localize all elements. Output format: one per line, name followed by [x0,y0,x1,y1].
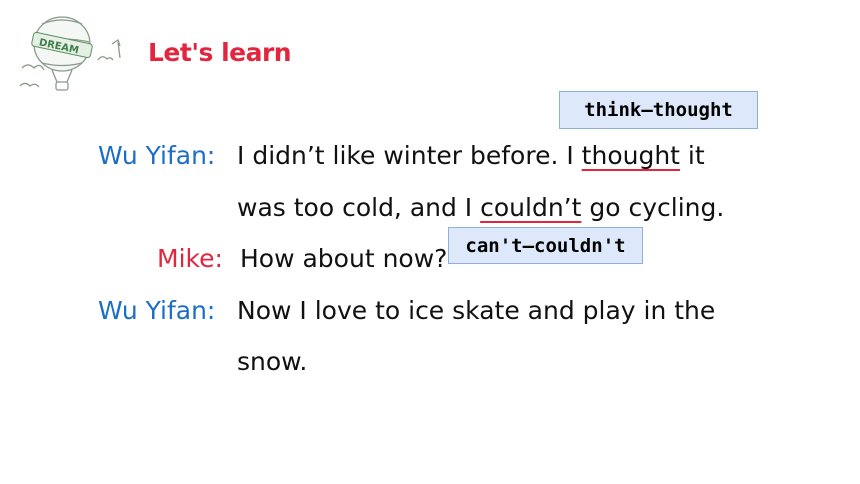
line1-text-pre: I didn’t like winter before. I [237,141,582,170]
speaker-wu-yifan-2: Wu Yifan: [98,296,216,325]
dialogue-line-1: I didn’t like winter before. I thought i… [237,141,705,171]
word-couldnt: couldn’t [480,193,582,222]
dream-balloon-logo: DREAM [19,16,121,91]
line2-text-post: go cycling. [581,193,725,222]
page-title: Let's learn [148,38,292,67]
dialogue-line-5: snow. [237,347,308,376]
dialogue-line-4: Now I love to ice skate and play in the [237,296,716,325]
line1-text-post: it [679,141,705,170]
dialogue-line-3: How about now? [240,244,448,273]
note-couldnt: can't—couldn't [448,227,643,264]
speaker-wu-yifan: Wu Yifan: [98,141,216,170]
word-thought: thought [581,141,680,170]
speaker-mike: Mike: [157,244,223,273]
dialogue-line-2: was too cold, and I couldn’t go cycling. [237,193,724,223]
note-thought: think—thought [559,91,758,129]
line2-text-pre: was too cold, and I [237,193,481,222]
